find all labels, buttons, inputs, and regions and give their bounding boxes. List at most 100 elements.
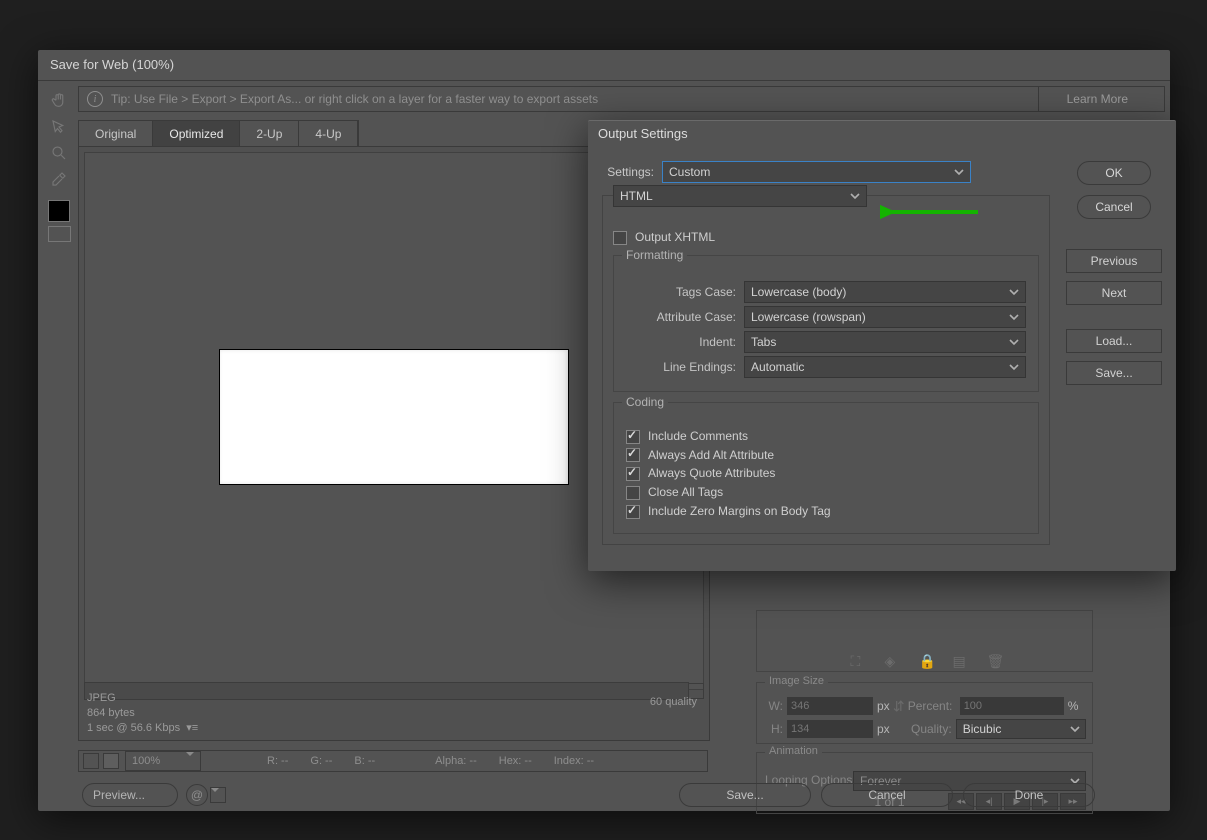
attribute-case-label: Attribute Case: — [626, 310, 736, 324]
tip-text: Tip: Use File > Export > Export As... or… — [111, 92, 598, 106]
always-quote-checkbox[interactable] — [626, 467, 640, 481]
indent-label: Indent: — [626, 335, 736, 349]
tip-bar: i Tip: Use File > Export > Export As... … — [78, 86, 1165, 112]
alpha-value: Alpha: -- — [435, 755, 477, 767]
coding-legend: Coding — [622, 395, 668, 409]
info-icon: i — [87, 91, 103, 107]
percent-label: Percent: — [908, 699, 952, 713]
percent-input[interactable]: 100 — [960, 697, 1064, 715]
dialog-title: Save for Web (100%) — [38, 50, 1170, 81]
always-alt-row[interactable]: Always Add Alt Attribute — [626, 448, 1026, 463]
preview-info: JPEG 864 bytes 1 sec @ 56.6 Kbps ▾≡ — [87, 691, 198, 736]
hex-value: Hex: -- — [499, 755, 532, 767]
previous-button[interactable]: Previous — [1066, 249, 1162, 273]
cube-icon[interactable]: ◈ — [885, 653, 897, 665]
tab-2up[interactable]: 2-Up — [240, 121, 299, 147]
done-button[interactable]: Done — [963, 783, 1095, 807]
tab-optimized[interactable]: Optimized — [153, 121, 240, 148]
cancel-button[interactable]: Cancel — [821, 783, 953, 807]
preview-button[interactable]: Preview... — [82, 783, 178, 807]
trash-icon[interactable]: 🗑 — [987, 653, 999, 665]
zoom-tool-icon[interactable] — [48, 142, 70, 164]
output-settings-body: Settings: Custom HTML Output XHTML Forma… — [602, 161, 1050, 557]
close-all-tags-checkbox[interactable] — [626, 486, 640, 500]
next-button[interactable]: Next — [1066, 281, 1162, 305]
height-input[interactable]: 134 — [787, 720, 873, 738]
status-bar: 100% R: -- G: -- B: -- Alpha: -- Hex: --… — [78, 750, 708, 772]
out-cancel-button[interactable]: Cancel — [1077, 195, 1151, 219]
resize-icon[interactable]: ⛶ — [851, 653, 863, 665]
line-endings-select[interactable]: Automatic — [744, 356, 1026, 378]
attribute-case-select[interactable]: Lowercase (rowspan) — [744, 306, 1026, 328]
color-table-actions: ⛶ ◈ 🔒 ▤ 🗑 — [757, 653, 1092, 665]
tags-case-select[interactable]: Lowercase (body) — [744, 281, 1026, 303]
zero-margins-row[interactable]: Include Zero Margins on Body Tag — [626, 504, 1026, 519]
output-xhtml-row[interactable]: Output XHTML — [613, 230, 1039, 245]
eyedropper-color-swatch[interactable] — [48, 200, 70, 222]
b-value: B: -- — [354, 755, 375, 767]
animation-title: Animation — [765, 745, 822, 757]
settings-label: Settings: — [602, 165, 654, 179]
browser-preview-icon[interactable]: @ — [186, 784, 208, 806]
slice-select-tool-icon[interactable] — [48, 116, 70, 138]
formatting-legend: Formatting — [622, 248, 687, 262]
formatting-group: Formatting Tags Case:Lowercase (body) At… — [613, 255, 1039, 392]
preview-format: JPEG — [87, 691, 198, 706]
always-quote-row[interactable]: Always Quote Attributes — [626, 466, 1026, 481]
attribute-case-value: Lowercase (rowspan) — [751, 310, 866, 324]
pct-label: % — [1068, 699, 1079, 713]
save-button[interactable]: Save... — [679, 783, 811, 807]
lock-icon[interactable]: 🔒 — [919, 653, 931, 665]
output-settings-dialog: Output Settings Settings: Custom HTML Ou… — [588, 120, 1176, 571]
preview-tabs: Original Optimized 2-Up 4-Up — [78, 120, 359, 147]
px-label-w: px — [877, 699, 890, 713]
eyedropper-tool-icon[interactable] — [48, 168, 70, 190]
settings-preset-select[interactable]: Custom — [662, 161, 971, 183]
index-value: Index: -- — [554, 755, 594, 767]
ok-button[interactable]: OK — [1077, 161, 1151, 185]
zero-margins-checkbox[interactable] — [626, 505, 640, 519]
g-value: G: -- — [310, 755, 332, 767]
output-xhtml-checkbox[interactable] — [613, 231, 627, 245]
output-settings-title: Output Settings — [588, 121, 1176, 147]
hand-tool-icon[interactable] — [48, 90, 70, 112]
color-table-panel: ⛶ ◈ 🔒 ▤ 🗑 — [756, 610, 1093, 672]
width-label: W: — [763, 699, 783, 713]
preview-device-icon[interactable] — [103, 753, 119, 769]
always-alt-checkbox[interactable] — [626, 448, 640, 462]
learn-more-button[interactable]: Learn More — [1038, 86, 1156, 112]
zoom-select[interactable]: 100% — [125, 751, 201, 771]
preview-speed: 1 sec @ 56.6 Kbps — [87, 722, 180, 734]
line-endings-value: Automatic — [751, 360, 804, 374]
load-button[interactable]: Load... — [1066, 329, 1162, 353]
indent-value: Tabs — [751, 335, 776, 349]
tool-sidebar — [44, 86, 74, 246]
output-settings-buttons: OK Cancel Previous Next Load... Save... — [1066, 161, 1162, 385]
include-comments-row[interactable]: Include Comments — [626, 429, 1026, 444]
coding-group: Coding Include Comments Always Add Alt A… — [613, 402, 1039, 534]
r-value: R: -- — [267, 755, 288, 767]
image-size-title: Image Size — [765, 675, 828, 687]
toggle-slices-icon[interactable] — [48, 226, 71, 242]
tab-original[interactable]: Original — [79, 121, 153, 147]
tags-case-label: Tags Case: — [626, 285, 736, 299]
width-input[interactable]: 346 — [787, 697, 873, 715]
section-select[interactable]: HTML — [613, 185, 867, 207]
dialog-button-row: Preview... @ Save... Cancel Done — [78, 782, 1095, 808]
line-endings-label: Line Endings: — [626, 360, 736, 374]
indent-select[interactable]: Tabs — [744, 331, 1026, 353]
settings-preset-value: Custom — [669, 165, 710, 179]
browser-preview-menu[interactable] — [210, 787, 226, 803]
output-xhtml-label: Output XHTML — [635, 230, 715, 244]
tab-4up[interactable]: 4-Up — [299, 121, 358, 147]
tags-case-value: Lowercase (body) — [751, 285, 846, 299]
preview-browser-icon[interactable] — [83, 753, 99, 769]
include-comments-checkbox[interactable] — [626, 430, 640, 444]
out-save-button[interactable]: Save... — [1066, 361, 1162, 385]
quality-select[interactable]: Bicubic — [956, 719, 1086, 739]
section-value: HTML — [620, 189, 653, 203]
html-section: HTML Output XHTML Formatting Tags Case:L… — [602, 195, 1050, 545]
close-all-tags-row[interactable]: Close All Tags — [626, 485, 1026, 500]
link-icon[interactable]: ⇵ — [890, 698, 908, 715]
new-icon[interactable]: ▤ — [953, 653, 965, 665]
